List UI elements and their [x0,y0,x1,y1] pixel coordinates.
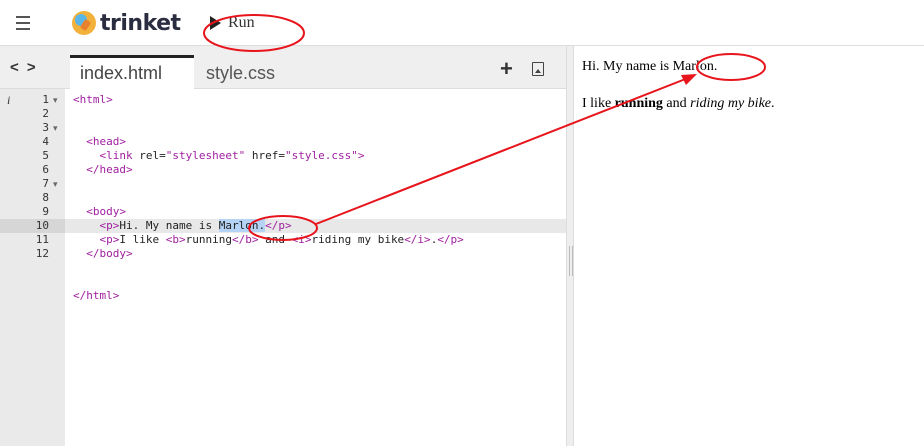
line-number: 4 [42,135,49,148]
line-number: 9 [42,205,49,218]
line-number: 3 [42,121,49,134]
add-file-plus-icon[interactable]: + [500,56,513,82]
code-line-9: <p>I like <b>running</b> and <i>riding m… [99,233,464,246]
tab-index-html[interactable]: index.html [70,55,194,89]
pane-resize-handle[interactable] [566,46,574,446]
code-line-12: </html> [73,289,120,302]
logo-text: trinket [100,10,181,36]
trinket-logo[interactable]: trinket [72,10,181,36]
line-number-row: 8 [0,191,566,205]
line-number-row: 3 ▾ [0,121,566,135]
line-number: 7 [42,177,49,190]
line-number: 11 [35,233,49,246]
line-number: 6 [42,163,49,176]
run-button[interactable]: Run [210,11,255,35]
line-number: 5 [42,149,49,162]
line-number: 1 [42,93,49,106]
code-line-1: <html> [73,93,113,106]
run-button-label: Run [228,14,255,31]
line-number: 12 [35,247,49,260]
top-bar: trinket Run [0,0,924,46]
preview-paragraph-2: I like running and riding my bike. [582,96,775,111]
play-icon [210,16,221,30]
code-line-10: </body> [86,247,133,260]
selected-text: Marlon. [218,219,266,232]
line-number-row: 2 [0,107,566,121]
code-line-8: <p>Hi. My name is Marlon.</p> [99,219,292,232]
preview-name: Marlon. [672,59,718,74]
code-line-5: </head> [86,163,133,176]
collapse-expand-arrows-icon[interactable]: < > [10,59,38,76]
tab-label: index.html [80,63,163,83]
preview-pane: Hi. My name is Marlon. I like running an… [574,46,924,446]
code-line-7: <body> [86,205,126,218]
file-tabs-bar: < > index.html style.css + [0,46,566,89]
line-number: 10 [35,219,49,232]
menu-icon[interactable] [12,13,36,33]
code-line-4: <link rel="stylesheet" href="style.css"> [99,149,365,162]
image-upload-icon[interactable] [532,62,544,76]
line-number: 8 [42,191,49,204]
preview-paragraph-1: Hi. My name is Marlon. [582,59,718,74]
trinket-logo-icon [72,11,96,35]
resize-grip [569,246,573,276]
fold-arrow-icon[interactable]: ▾ [53,93,58,107]
fold-arrow-icon[interactable]: ▾ [53,177,58,191]
code-line-3: <head> [86,135,126,148]
tab-style-css[interactable]: style.css [196,55,288,89]
line-number: 2 [42,107,49,120]
tab-label: style.css [206,63,276,83]
fold-arrow-icon[interactable]: ▾ [53,121,58,135]
line-number-row: 7 ▾ [0,177,566,191]
editor-pane: < > index.html style.css + i 1 ▾ 2 3 ▾ 4 5 6 7 ▾ 8… [0,46,566,446]
